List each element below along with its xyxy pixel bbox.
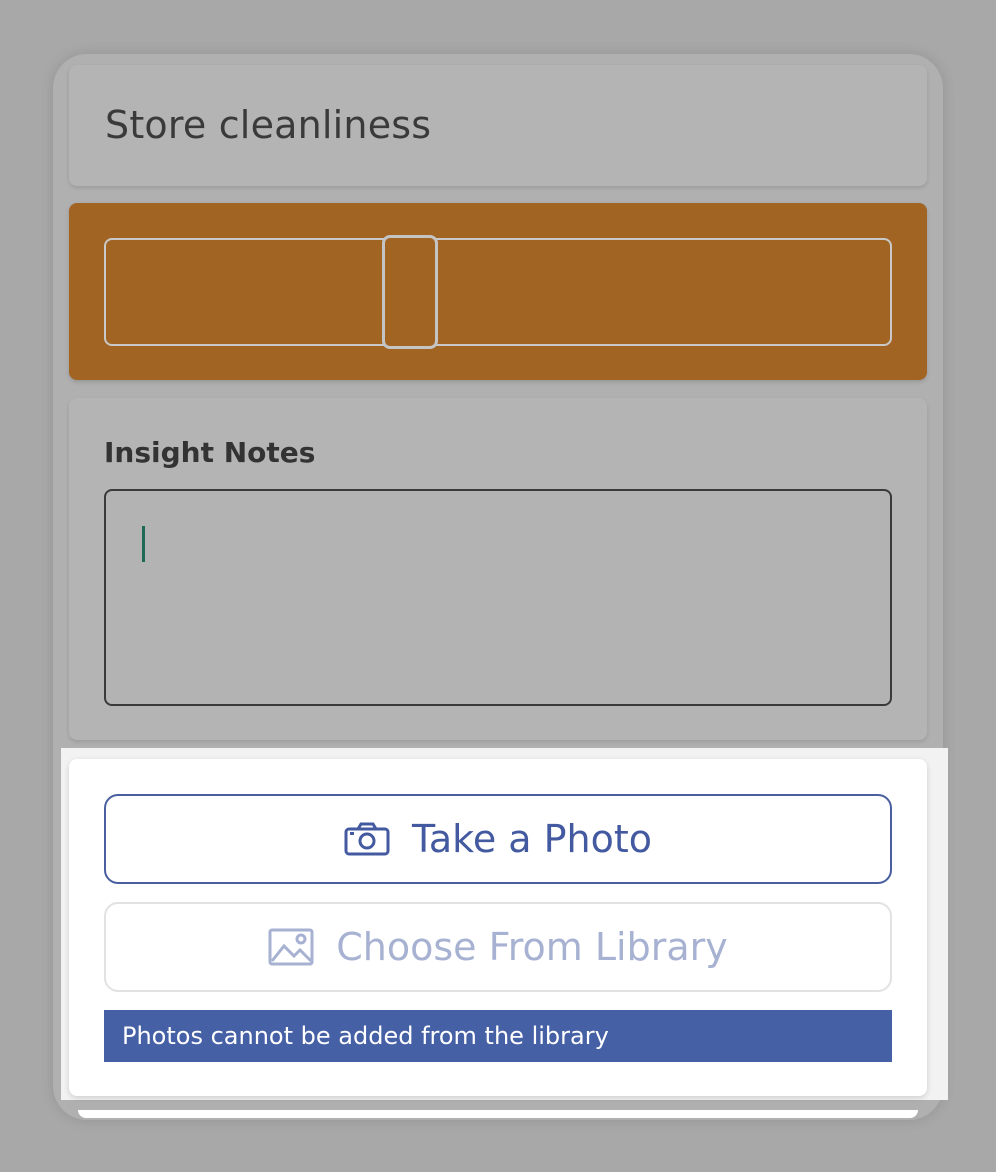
question-title: Store cleanliness xyxy=(105,103,432,147)
notes-input-box[interactable] xyxy=(104,489,892,706)
library-disabled-notice: Photos cannot be added from the library xyxy=(104,1010,892,1062)
photo-sheet: Take a Photo Choose From Library Photos … xyxy=(69,759,927,1096)
rating-slider-thumb[interactable] xyxy=(382,235,439,349)
take-photo-label: Take a Photo xyxy=(411,817,653,861)
camera-icon xyxy=(344,822,390,856)
notes-input[interactable] xyxy=(106,491,890,704)
image-icon xyxy=(268,928,314,966)
notes-label: Insight Notes xyxy=(104,436,316,469)
question-card: Store cleanliness xyxy=(69,65,927,186)
choose-library-label: Choose From Library xyxy=(336,925,728,969)
choose-library-button[interactable]: Choose From Library xyxy=(104,902,892,992)
screen: Store cleanliness Insight Notes Take a P… xyxy=(0,0,996,1172)
take-photo-button[interactable]: Take a Photo xyxy=(104,794,892,884)
rating-slider-track[interactable] xyxy=(104,238,892,346)
notes-card: Insight Notes xyxy=(69,398,927,740)
text-caret xyxy=(142,526,145,562)
rating-slider-card xyxy=(69,203,927,380)
sheet-bottom-edge xyxy=(78,1110,918,1118)
